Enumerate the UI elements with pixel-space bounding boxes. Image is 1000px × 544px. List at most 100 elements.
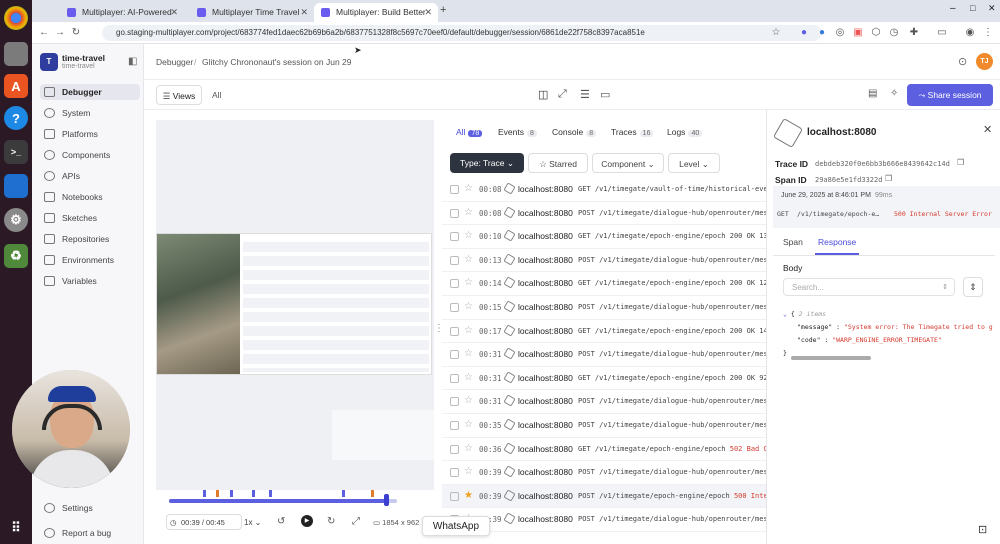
row-checkbox[interactable]	[450, 350, 459, 360]
sidebar-item-repositories[interactable]: Repositories	[40, 231, 140, 247]
profile-icon[interactable]: ◉	[964, 27, 976, 39]
vscode-icon[interactable]	[4, 174, 28, 198]
event-row[interactable]: ☆ 00:35 localhost:8080 POST /v1/timegate…	[442, 414, 766, 438]
star-icon[interactable]: ☆	[464, 230, 473, 241]
tab-search-icon[interactable]: ▭	[936, 27, 948, 39]
json-toggle-icon[interactable]: ⌄	[783, 310, 787, 318]
close-tab-icon[interactable]: ✕	[424, 3, 432, 22]
row-checkbox[interactable]	[450, 303, 459, 312]
breadcrumb-root[interactable]: Debugger	[156, 57, 193, 67]
session-replay-frame[interactable]	[156, 233, 432, 375]
maximize-icon[interactable]: □	[970, 3, 975, 13]
extensions-puzzle-icon[interactable]: ✚	[908, 27, 920, 39]
tab-response[interactable]: Response	[818, 237, 856, 247]
new-tab-button[interactable]: +	[440, 4, 446, 16]
timeline-marker[interactable]	[252, 490, 255, 497]
forward-skip-icon[interactable]: ↻	[327, 516, 335, 527]
minimize-icon[interactable]: –	[950, 3, 956, 14]
event-row[interactable]: ☆ 00:39 localhost:8080 POST /v1/timegate…	[442, 461, 766, 485]
star-icon[interactable]: ☆	[464, 207, 473, 218]
notes-icon[interactable]: ▤	[868, 88, 877, 99]
star-icon[interactable]: ☆	[464, 443, 473, 454]
timeline-marker[interactable]	[269, 490, 272, 497]
workspace-avatar[interactable]: T	[40, 53, 58, 71]
files-icon[interactable]	[4, 42, 28, 66]
copy-icon[interactable]: ❐	[957, 158, 964, 167]
trash-icon[interactable]: ♻	[4, 244, 28, 268]
row-checkbox[interactable]	[450, 491, 459, 501]
sidebar-item-apis[interactable]: APIs	[40, 168, 140, 184]
row-checkbox[interactable]	[450, 279, 459, 289]
browser-tab[interactable]: Multiplayer Time Travel ✕	[190, 3, 314, 22]
event-row[interactable]: ☆ 00:31 localhost:8080 POST /v1/timegate…	[442, 343, 766, 367]
filter-type-button[interactable]: Type: Trace ⌄	[450, 153, 524, 173]
speed-select[interactable]: 1x ⌄	[244, 518, 261, 527]
workspace-name[interactable]: time-travel	[62, 53, 105, 63]
filter-level-button[interactable]: Level ⌄	[668, 153, 720, 173]
bookmark-star-icon[interactable]: ☆	[770, 27, 782, 39]
extension-icon[interactable]: ◷	[888, 27, 900, 39]
filter-component-button[interactable]: Component ⌄	[592, 153, 664, 173]
sparkle-icon[interactable]: ✧	[890, 88, 898, 99]
event-row[interactable]: ☆ 00:08 localhost:8080 GET /v1/timegate/…	[442, 178, 766, 202]
sidebar-item-sketches[interactable]: Sketches	[40, 210, 140, 226]
sidebar-item-report-bug[interactable]: Report a bug	[40, 525, 140, 541]
sidebar-item-environments[interactable]: Environments	[40, 252, 140, 268]
browser-tab-active[interactable]: Multiplayer: Build Better ✕	[314, 3, 438, 22]
event-row[interactable]: ☆ 00:13 localhost:8080 POST /v1/timegate…	[442, 249, 766, 273]
tab-console[interactable]: Console 8	[552, 127, 597, 137]
back-icon[interactable]: ←	[38, 27, 50, 39]
event-row[interactable]: ☆ 00:14 localhost:8080 GET /v1/timegate/…	[442, 272, 766, 296]
event-row[interactable]: ☆ 00:15 localhost:8080 POST /v1/timegate…	[442, 296, 766, 320]
row-checkbox[interactable]	[450, 444, 459, 454]
row-checkbox[interactable]	[450, 185, 459, 194]
star-icon[interactable]: ☆	[464, 419, 473, 430]
play-icon[interactable]: ▶	[301, 515, 313, 527]
timeline-marker[interactable]	[230, 490, 233, 497]
show-apps-icon[interactable]: ⠿	[4, 516, 28, 540]
sidebar-item-variables[interactable]: Variables	[40, 273, 140, 289]
body-search-input[interactable]: Search... ⇕	[783, 278, 955, 296]
expand-icon[interactable]: ⤢	[352, 516, 360, 527]
close-tab-icon[interactable]: ✕	[170, 3, 178, 22]
extension-icon[interactable]: ●	[816, 27, 828, 39]
event-row[interactable]: ☆ 00:31 localhost:8080 GET /v1/timegate/…	[442, 367, 766, 391]
sidebar-item-components[interactable]: Components	[40, 147, 140, 163]
share-session-button[interactable]: ⤳ Share session	[907, 84, 993, 106]
star-icon[interactable]: ★	[464, 490, 473, 501]
star-icon[interactable]: ☆	[464, 395, 473, 406]
event-row[interactable]: ☆ 00:08 localhost:8080 POST /v1/timegate…	[442, 202, 766, 226]
browser-tab[interactable]: Multiplayer: AI-Powered ✕	[60, 3, 184, 22]
row-checkbox[interactable]	[450, 208, 459, 218]
list-view-icon[interactable]: ☰	[580, 88, 590, 101]
help-icon[interactable]: ?	[4, 106, 28, 130]
forward-icon[interactable]: →	[54, 27, 66, 39]
filter-starred-button[interactable]: ☆ Starred	[528, 153, 588, 173]
copy-icon[interactable]: ❐	[885, 174, 892, 183]
star-icon[interactable]: ☆	[464, 183, 473, 194]
timeline-scrubber[interactable]	[384, 494, 389, 506]
url-bar[interactable]: go.staging-multiplayer.com/project/68377…	[102, 25, 822, 41]
row-checkbox[interactable]	[450, 397, 459, 407]
settings-app-icon[interactable]: ⚙	[4, 208, 28, 232]
row-checkbox[interactable]	[450, 232, 459, 242]
tab-traces[interactable]: Traces 16	[611, 127, 654, 137]
close-icon[interactable]: ✕	[983, 123, 992, 136]
event-row[interactable]: ☆ 00:10 localhost:8080 GET /v1/timegate/…	[442, 225, 766, 249]
sidebar-item-platforms[interactable]: Platforms	[40, 126, 140, 142]
fullscreen-icon[interactable]: ⤢	[558, 88, 567, 101]
collapse-sidebar-icon[interactable]: ◧	[128, 56, 137, 67]
timeline-marker[interactable]	[371, 490, 374, 497]
timeline-marker[interactable]	[342, 490, 345, 497]
star-icon[interactable]: ☆	[464, 254, 473, 265]
sidebar-item-notebooks[interactable]: Notebooks	[40, 189, 140, 205]
event-row[interactable]: ☆ 00:39 localhost:8080 POST /v1/timegate…	[442, 508, 766, 532]
rewind-icon[interactable]: ↺	[277, 516, 285, 527]
views-button[interactable]: ☰ Views	[156, 85, 202, 105]
event-row[interactable]: ☆ 00:17 localhost:8080 GET /v1/timegate/…	[442, 320, 766, 344]
tab-events[interactable]: Events 8	[498, 127, 537, 137]
star-icon[interactable]: ☆	[464, 372, 473, 383]
json-scrollbar[interactable]	[791, 356, 871, 360]
tab-all[interactable]: All 78	[456, 127, 483, 137]
sidebar-item-system[interactable]: System	[40, 105, 140, 121]
